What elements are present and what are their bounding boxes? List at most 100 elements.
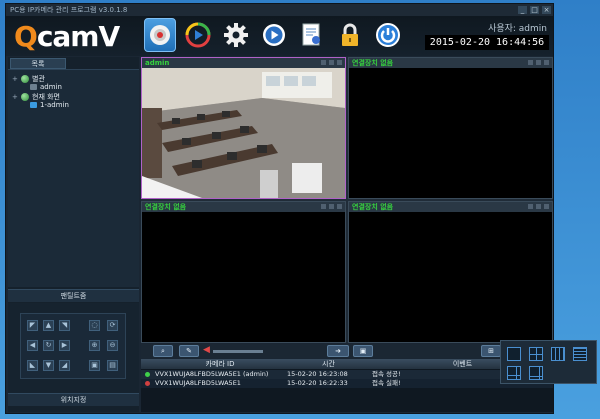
export-button[interactable]: ➜ [327,345,349,357]
app-logo: QcamV [14,20,120,53]
ptz-up-button[interactable]: ▲ [43,320,54,331]
status-cell [141,379,153,388]
window-title: PC용 IP카메라 관리 프로그램 v3.0.1.8 [10,6,128,14]
time-cell: 15-02-20 16:22:33 [287,379,348,387]
ptz-up-right-button[interactable]: ◥ [59,320,70,331]
speaker-icon[interactable]: ◀ [203,345,210,355]
pane-close-icon[interactable] [544,204,549,209]
video-pane-2[interactable]: 연결장치 없음 [348,57,553,199]
camera-icon [30,102,37,108]
search-button[interactable]: ⌕ [153,345,173,357]
iris-close-button[interactable]: ▤ [107,360,118,371]
ptz-down-left-button[interactable]: ◣ [27,360,38,371]
time-cell: 15-02-20 16:23:08 [287,370,348,378]
pane-header: 연결장치 없음 [349,202,552,212]
layout-selector-popup [500,340,597,384]
zoom-in-button[interactable]: ⊕ [89,340,100,351]
pane-header: 연결장치 없음 [349,58,552,68]
zoom-out-button[interactable]: ⊖ [107,340,118,351]
pane-close-icon[interactable] [544,60,549,65]
pane-audio-icon[interactable] [536,204,541,209]
volume-slider[interactable] [213,350,263,353]
status-column-header [141,359,153,369]
clock-display: 2015-02-20 16:44:56 [425,35,549,50]
left-panel: 목록 + 별관 admin + 현재 화면 1-admin 팬틸트줌 ◤ ▲ ◥… [8,57,139,412]
pane-audio-icon[interactable] [536,60,541,65]
maximize-button[interactable]: □ [530,6,539,14]
document-icon [302,23,320,46]
video-grid: admin 연결장치 없음 연결장치 없음 연결장치 없음 [141,57,553,343]
pane-label: 연결장치 없음 [145,203,187,211]
expand-icon[interactable]: + [12,93,18,101]
ptz-down-right-button[interactable]: ◢ [59,360,70,371]
close-button[interactable]: × [542,6,551,14]
layout-2x2-icon[interactable] [529,347,543,361]
power-button[interactable] [372,18,404,52]
ptz-up-left-button[interactable]: ◤ [27,320,38,331]
camera-icon: ▣ [359,347,367,355]
playback-control-bar: ⌕ ✎ ◀ ➜ ▣ ⊞ [141,344,553,358]
iris-open-button[interactable]: ▣ [89,360,100,371]
ptz-down-button[interactable]: ▼ [43,360,54,371]
camera-id-column-header[interactable]: 카메라 ID [153,359,285,369]
ptz-title: 팬틸트줌 [8,289,139,302]
event-row[interactable]: VVX1WUJA8LFBD5LWA5E1 (admin) 15-02-20 16… [141,370,553,379]
video-pane-3[interactable]: 연결장치 없음 [141,201,346,343]
snapshot-button[interactable]: ▣ [353,345,373,357]
document-button[interactable] [296,18,328,52]
empty-feed [349,68,552,198]
pane-record-icon[interactable] [528,204,533,209]
pane-close-icon[interactable] [337,204,342,209]
expand-icon[interactable]: + [12,75,18,83]
pane-controls [321,60,342,65]
tab-list[interactable]: 목록 [10,58,66,69]
media-player-button[interactable] [258,18,290,52]
status-dot-icon [144,372,150,377]
tree-label: admin [40,83,62,91]
pane-record-icon[interactable] [321,60,326,65]
layout-1plus5-icon[interactable] [507,366,521,380]
video-pane-1[interactable]: admin [141,57,346,199]
power-icon [376,23,400,47]
layout-3x3-icon[interactable] [551,347,565,361]
main-toolbar [144,18,404,52]
layout-1x1-icon[interactable] [507,347,521,361]
pane-audio-icon[interactable] [329,204,334,209]
layout-1plus7-icon[interactable] [529,366,543,380]
pane-record-icon[interactable] [528,60,533,65]
globe-icon [21,93,29,101]
microphone-button[interactable]: ✎ [179,345,199,357]
layout-4x4-icon[interactable] [573,347,587,361]
focus-near-button[interactable]: ◌ [89,320,100,331]
playback-button[interactable] [182,18,214,52]
ptz-right-button[interactable]: ▶ [59,340,70,351]
status-dot-icon [144,381,150,386]
playback-icon [185,22,211,48]
time-column-header[interactable]: 시간 [285,359,370,369]
focus-far-button[interactable]: ⟳ [107,320,118,331]
ptz-left-button[interactable]: ◀ [27,340,38,351]
ptz-home-button[interactable]: ↻ [43,340,54,351]
tree-label: 1-admin [40,101,69,109]
lock-icon [342,23,358,46]
classroom-scene [142,68,345,198]
tree-camera-admin[interactable]: admin [30,83,62,91]
lock-button[interactable] [334,18,366,52]
pane-controls [321,204,342,209]
layout-button[interactable]: ⊞ [481,345,501,357]
device-tree: + 별관 admin + 현재 화면 1-admin [8,69,139,287]
pane-close-icon[interactable] [337,60,342,65]
settings-button[interactable] [220,18,252,52]
pane-record-icon[interactable] [321,204,326,209]
video-pane-4[interactable]: 연결장치 없음 [348,201,553,343]
minimize-button[interactable]: _ [518,6,527,14]
settings-gear-icon [224,23,248,47]
window-controls: _ □ × [518,6,551,14]
pane-header: admin [142,58,345,68]
event-row[interactable]: VVX1WUJA8LFBD5LWA5E1 15-02-20 16:22:33 접… [141,379,553,388]
tree-camera-1-admin[interactable]: 1-admin [30,101,69,109]
pane-audio-icon[interactable] [329,60,334,65]
pane-label: admin [145,59,170,67]
camera-view-button[interactable] [144,18,176,52]
app-window: PC용 IP카메라 관리 프로그램 v3.0.1.8 _ □ × QcamV 사… [5,3,554,414]
